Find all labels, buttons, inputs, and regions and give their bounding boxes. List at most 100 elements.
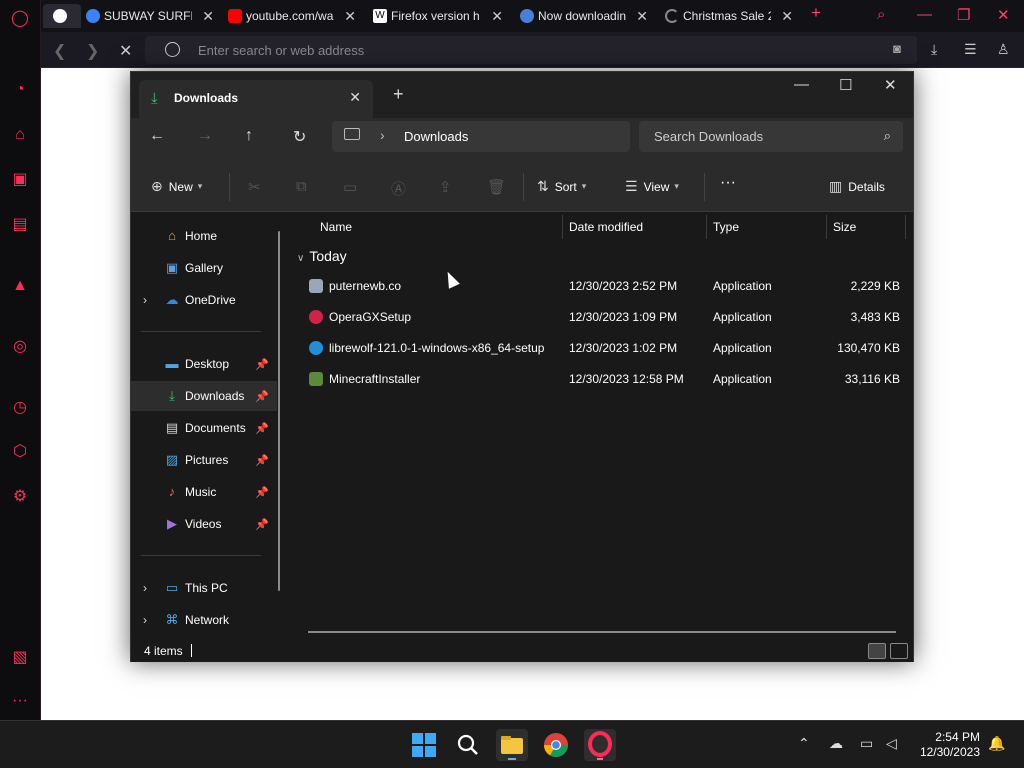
copy-icon[interactable]: ⧉ <box>296 178 307 195</box>
network-status-icon[interactable]: ▭ <box>860 735 873 752</box>
close-icon[interactable]: ✕ <box>491 8 503 25</box>
nav-item-onedrive[interactable]: › ☁ OneDrive <box>131 285 277 315</box>
opera-gx-icon[interactable] <box>584 729 616 761</box>
chevron-up-icon[interactable]: ⌃ <box>798 735 810 752</box>
settings-icon[interactable]: ⚙ <box>9 486 31 508</box>
tab-subway-surfers[interactable]: SUBWAY SURFER ✕ <box>86 4 214 28</box>
new-tab-icon[interactable]: + <box>811 3 821 23</box>
column-size[interactable]: Size <box>833 220 856 234</box>
maximize-icon[interactable]: ☐ <box>839 76 852 94</box>
back-icon[interactable]: ❮ <box>53 41 66 61</box>
clock[interactable]: 2:54 PM 12/30/2023 <box>920 730 980 760</box>
cut-icon[interactable]: ✂ <box>248 178 261 196</box>
search-icon[interactable] <box>452 729 484 761</box>
file-explorer-icon[interactable] <box>496 729 528 761</box>
nav-item-home[interactable]: ⌂ Home <box>131 221 277 251</box>
nav-item-videos[interactable]: ▶ Videos 📌 <box>131 509 277 539</box>
close-icon[interactable]: ✕ <box>636 8 648 25</box>
close-window-icon[interactable]: ✕ <box>884 76 897 94</box>
horizontal-scrollbar[interactable] <box>308 631 896 633</box>
twitch-icon[interactable]: ▣ <box>9 169 31 191</box>
site-info-icon[interactable] <box>165 42 180 57</box>
search-tabs-icon[interactable]: ⌕ <box>877 6 885 23</box>
group-header-today[interactable]: ∨ Today <box>297 248 347 264</box>
tab-christmas-sale[interactable]: Christmas Sale 20 ✕ <box>665 4 793 28</box>
column-date-modified[interactable]: Date modified <box>569 220 643 234</box>
chrome-icon[interactable] <box>540 729 572 761</box>
sort-button[interactable]: ⇅ Sort ▾ <box>537 178 586 195</box>
back-arrow-icon[interactable]: ← <box>149 127 165 145</box>
notification-bell-icon[interactable]: 🔔 <box>988 735 1005 752</box>
nav-scrollbar[interactable] <box>278 231 280 591</box>
nav-item-desktop[interactable]: ▬ Desktop 📌 <box>131 349 277 379</box>
pin-icon[interactable]: 📌 <box>255 486 269 499</box>
opera-logo-icon[interactable]: ◯ <box>9 8 31 30</box>
close-icon[interactable]: ✕ <box>781 8 793 25</box>
tiles-view-icon[interactable] <box>890 643 908 659</box>
forward-arrow-icon[interactable]: → <box>197 127 213 145</box>
pin-icon[interactable]: 📌 <box>255 454 269 467</box>
close-icon[interactable]: ✕ <box>202 8 214 25</box>
column-type[interactable]: Type <box>713 220 739 234</box>
column-name[interactable]: Name <box>320 220 352 234</box>
explorer-tab[interactable]: ⤓ Downloads ✕ <box>139 80 373 118</box>
easy-setup-icon[interactable]: ☰ <box>964 41 977 58</box>
pin-icon[interactable]: 📌 <box>255 518 269 531</box>
tab-downloading[interactable]: Now downloadin ✕ <box>520 4 648 28</box>
up-arrow-icon[interactable]: ↑ <box>245 127 253 145</box>
wallpaper-icon[interactable]: ▧ <box>9 647 31 669</box>
chevron-right-icon[interactable]: › <box>143 613 147 627</box>
tab-active[interactable] <box>43 4 81 28</box>
nav-item-downloads[interactable]: ⤓ Downloads 📌 <box>131 381 277 411</box>
chevron-right-icon[interactable]: › <box>143 293 147 307</box>
nav-item-gallery[interactable]: ▣ Gallery <box>131 253 277 283</box>
search-input[interactable]: Search Downloads ⌕ <box>639 121 903 152</box>
aria-icon[interactable]: ▲ <box>9 275 31 297</box>
details-button[interactable]: ▥ Details <box>829 178 885 195</box>
address-field[interactable]: Enter search or web address ◙ <box>145 36 917 64</box>
history-icon[interactable]: ◷ <box>9 397 31 419</box>
extensions-icon[interactable]: ⬡ <box>9 441 31 463</box>
details-view-icon[interactable] <box>868 643 886 659</box>
tab-wikipedia[interactable]: W Firefox version hi ✕ <box>373 4 503 28</box>
view-button[interactable]: ☰ View ▾ <box>625 178 679 195</box>
file-row[interactable]: puternewb.co 12/30/2023 2:52 PM Applicat… <box>289 271 915 301</box>
pin-icon[interactable]: 📌 <box>255 358 269 371</box>
close-tab-icon[interactable]: ✕ <box>349 89 361 106</box>
nav-item-documents[interactable]: ▤ Documents 📌 <box>131 413 277 443</box>
minimize-icon[interactable]: — <box>917 6 932 23</box>
profile-icon[interactable]: ♙ <box>997 41 1010 58</box>
close-icon[interactable]: ✕ <box>344 8 356 25</box>
tab-youtube[interactable]: youtube.com/wa ✕ <box>228 4 356 28</box>
downloads-icon[interactable]: ⤓ <box>931 41 937 58</box>
volume-mute-icon[interactable]: ◁ <box>886 735 897 752</box>
refresh-icon[interactable]: ↻ <box>293 127 306 147</box>
file-row[interactable]: MinecraftInstaller 12/30/2023 12:58 PM A… <box>289 364 915 394</box>
snapshot-icon[interactable]: ◙ <box>893 41 901 56</box>
nav-item-pictures[interactable]: ▨ Pictures 📌 <box>131 445 277 475</box>
file-row[interactable]: librewolf-121.0-1-windows-x86_64-setup 1… <box>289 333 915 363</box>
chevron-right-icon[interactable]: › <box>143 581 147 595</box>
chevron-right-icon[interactable]: › <box>380 127 385 143</box>
paste-icon[interactable]: ▭ <box>343 178 357 196</box>
file-row[interactable]: OperaGXSetup 12/30/2023 1:09 PM Applicat… <box>289 302 915 332</box>
breadcrumb[interactable]: › Downloads <box>332 121 630 152</box>
more-icon[interactable]: ··· <box>9 690 31 712</box>
nav-item-network[interactable]: › ⌘ Network <box>131 605 277 635</box>
nav-item-this-pc[interactable]: › ▭ This PC <box>131 573 277 603</box>
nav-item-music[interactable]: ♪ Music 📌 <box>131 477 277 507</box>
restore-icon[interactable]: ❐ <box>957 6 970 24</box>
forward-icon[interactable]: ❯ <box>86 41 99 61</box>
stop-icon[interactable]: ✕ <box>119 41 132 61</box>
speed-dial-icon[interactable]: ◔ <box>9 79 31 101</box>
new-tab-icon[interactable]: + <box>393 84 404 105</box>
rename-icon[interactable]: Ⓐ <box>391 178 406 199</box>
pin-icon[interactable]: 📌 <box>255 390 269 403</box>
close-window-icon[interactable]: ✕ <box>997 6 1010 24</box>
more-options-icon[interactable]: ··· <box>720 174 736 192</box>
delete-icon[interactable]: 🗑 <box>487 178 506 196</box>
gx-control-icon[interactable]: ▤ <box>9 214 31 236</box>
chevron-down-icon[interactable]: ∨ <box>297 253 304 264</box>
start-icon[interactable] <box>408 729 440 761</box>
share-icon[interactable]: ⇪ <box>439 178 452 196</box>
